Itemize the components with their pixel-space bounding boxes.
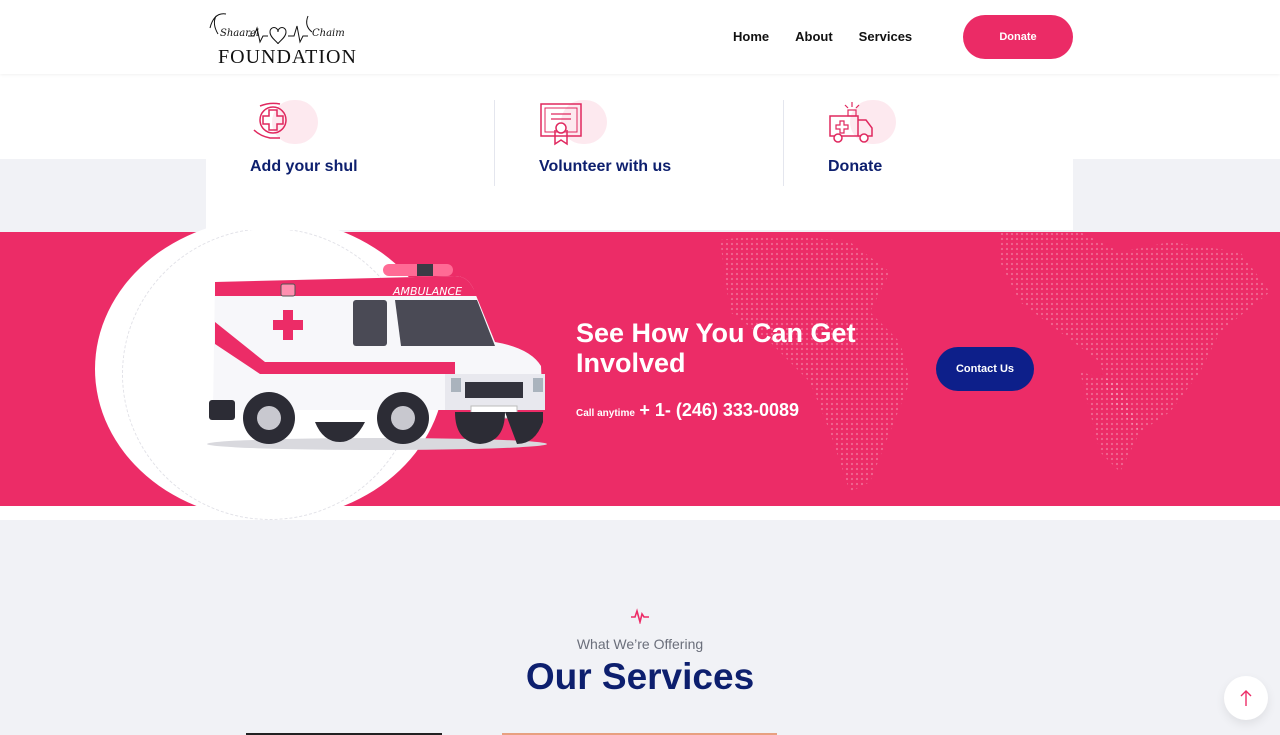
contact-us-button[interactable]: Contact Us xyxy=(936,347,1034,391)
phone-number[interactable]: + 1- (246) 333-0089 xyxy=(639,400,799,420)
card-donate[interactable]: Donate xyxy=(828,98,1068,188)
logo-script-left: Shaarei xyxy=(220,28,259,39)
care-hands-icon xyxy=(253,102,287,139)
divider xyxy=(494,100,495,186)
header-donate-button[interactable]: Donate xyxy=(963,15,1073,59)
certificate-icon xyxy=(540,103,582,146)
card-volunteer[interactable]: Volunteer with us xyxy=(539,98,779,188)
feature-cards: Add your shul Volunteer with us Donate xyxy=(206,74,1073,230)
pulse-icon xyxy=(631,608,649,624)
logo[interactable]: Shaarei Chaim FOUNDATION xyxy=(208,8,356,68)
card-title: Add your shul xyxy=(250,158,358,175)
ambulance-illustration: AMBULANCE xyxy=(207,264,547,450)
card-title: Volunteer with us xyxy=(539,158,672,175)
card-title: Donate xyxy=(828,158,883,175)
logo-script-right: Chaim xyxy=(312,28,345,39)
section-eyebrow: What We’re Offering xyxy=(576,636,704,652)
cta-bottom-strip xyxy=(0,506,1280,520)
logo-script-icon: Shaarei Chaim xyxy=(209,13,345,45)
scroll-top-button[interactable] xyxy=(1224,676,1268,720)
nav-home[interactable]: Home xyxy=(733,29,769,44)
ambulance-icon xyxy=(829,102,873,143)
site-header: Shaarei Chaim FOUNDATION Home About Serv… xyxy=(0,0,1280,74)
nav-about[interactable]: About xyxy=(795,29,833,44)
cta-title: See How You Can Get Involved xyxy=(576,318,856,378)
call-label: Call anytime xyxy=(576,408,635,419)
call-line: Call anytime + 1- (246) 333-0089 xyxy=(576,400,799,421)
card-add-shul[interactable]: Add your shul xyxy=(250,98,490,188)
main-nav: Home About Services xyxy=(733,29,912,44)
ambulance-label: AMBULANCE xyxy=(392,285,462,298)
section-title: Our Services xyxy=(525,656,755,697)
logo-wordmark: FOUNDATION xyxy=(218,46,357,68)
nav-services[interactable]: Services xyxy=(859,29,913,44)
arrow-up-icon xyxy=(1240,690,1252,706)
divider xyxy=(783,100,784,186)
